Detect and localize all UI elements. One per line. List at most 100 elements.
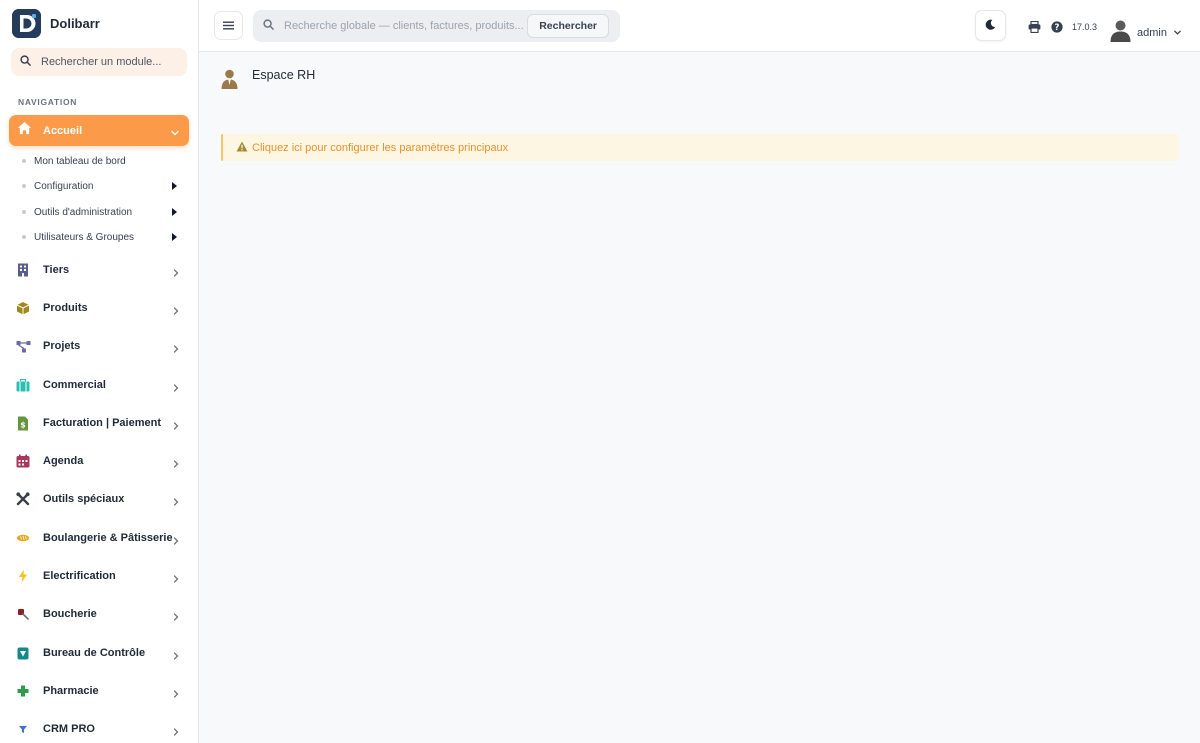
chevron-right-icon [171,686,181,704]
search-button[interactable]: Rechercher [527,14,609,38]
sidebar-item-facturation[interactable]: $ Facturation | Paiement [15,413,185,433]
dolibarr-logo-icon [12,9,41,38]
bolt-icon [15,568,31,584]
bullet-icon [22,235,26,239]
setup-alert: Cliquez ici pour configurer les paramètr… [221,134,1178,161]
sidebar-item-crm-pro[interactable]: CRM PRO [15,719,185,739]
brand[interactable]: Dolibarr [12,9,100,38]
global-search: Rechercher [253,10,620,42]
sidebar-item-label: CRM PRO [43,723,95,735]
sidebar-item-label: Boucherie [43,608,97,620]
configure-link[interactable]: Cliquez ici pour configurer les paramètr… [252,142,508,154]
funnel-icon [15,721,31,737]
caret-right-icon [172,182,177,190]
avatar [1110,19,1131,47]
chevron-right-icon [171,341,181,359]
sitemap-icon [15,338,31,354]
building-icon [15,262,31,278]
search-icon [263,17,274,35]
chevron-right-icon [171,533,181,551]
invoice-icon: $ [15,415,31,431]
sidebar-item-label: Pharmacie [43,685,99,697]
subitem-utilisateurs-groupes[interactable]: Utilisateurs & Groupes [22,229,182,245]
subitem-label: Outils d'administration [34,206,133,218]
dark-mode-toggle[interactable] [975,10,1006,41]
sidebar-item-electrification[interactable]: Electrification [15,566,185,586]
sidebar-item-boulangerie[interactable]: Boulangerie & Pâtisserie [15,528,185,548]
chevron-down-icon[interactable] [170,125,180,143]
brand-name: Dolibarr [50,16,100,31]
home-icon [17,121,32,140]
sidebar-item-accueil[interactable]: Accueil [9,115,189,146]
warning-icon [236,139,248,157]
sidebar-item-label: Tiers [43,264,70,276]
print-icon[interactable] [1028,20,1041,38]
meat-icon [15,606,31,622]
chevron-right-icon [171,418,181,436]
subitem-tableau-de-bord[interactable]: Mon tableau de bord [22,153,182,169]
module-search-input[interactable] [41,56,181,68]
subitem-label: Mon tableau de bord [34,155,126,167]
subitem-configuration[interactable]: Configuration [22,178,182,194]
help-icon[interactable]: ? [1051,20,1063,38]
sidebar-item-label: Produits [43,302,88,314]
subitem-outils-administration[interactable]: Outils d'administration [22,204,182,220]
chevron-right-icon [171,380,181,398]
sidebar-item-label: Outils spéciaux [43,493,125,505]
sidebar-item-produits[interactable]: Produits [15,298,185,318]
nav-heading: NAVIGATION [18,97,78,107]
search-icon [20,53,31,71]
page-title: Espace RH [252,68,316,82]
calendar-icon [15,453,31,469]
sidebar-item-pharmacie[interactable]: Pharmacie [15,681,185,701]
hr-user-icon [221,68,238,94]
bullet-icon [22,184,26,188]
version-label: 17.0.3 [1072,22,1098,32]
chevron-right-icon [171,724,181,742]
sidebar-item-projets[interactable]: Projets [15,336,185,356]
bullet-icon [22,159,26,163]
topbar: Rechercher ? 17.0.3 admin [199,0,1200,52]
plus-cross-icon [15,683,31,699]
chevron-right-icon [171,571,181,589]
menu-toggle-button[interactable] [214,11,243,40]
subitem-label: Utilisateurs & Groupes [34,231,135,243]
sidebar-item-label: Projets [43,340,81,352]
page-header [221,68,238,94]
sidebar-item-label: Facturation | Paiement [43,417,161,429]
tools-icon [15,491,31,507]
sidebar-item-label: Accueil [43,124,83,137]
chevron-right-icon [171,648,181,666]
briefcase-icon [15,377,31,393]
caret-right-icon [172,233,177,241]
sidebar-item-commercial[interactable]: Commercial [15,375,185,395]
sidebar-item-label: Agenda [43,455,84,467]
sidebar-item-tiers[interactable]: Tiers [15,260,185,280]
chevron-right-icon [171,494,181,512]
sidebar-item-label: Commercial [43,379,106,391]
sidebar-item-label: Bureau de Contrôle [43,647,146,659]
svg-text:$: $ [20,420,26,429]
hamburger-icon [223,17,234,35]
chevron-right-icon [171,609,181,627]
sidebar-item-bureau-controle[interactable]: Bureau de Contrôle [15,643,185,663]
global-search-input[interactable] [284,20,524,32]
box-icon [15,300,31,316]
moon-icon [985,17,996,35]
user-name: admin [1137,27,1167,39]
shield-icon [15,645,31,661]
subitem-label: Configuration [34,180,94,192]
bread-icon [15,530,31,546]
svg-text:?: ? [1055,23,1060,33]
chevron-right-icon [171,456,181,474]
chevron-right-icon [171,265,181,283]
sidebar-item-label: Electrification [43,570,116,582]
sidebar-item-agenda[interactable]: Agenda [15,451,185,471]
sidebar: Dolibarr NAVIGATION Accueil Mon tableau … [0,0,199,743]
bullet-icon [22,210,26,214]
user-menu[interactable]: admin [1110,19,1182,47]
sidebar-item-outils-speciaux[interactable]: Outils spéciaux [15,489,185,509]
sidebar-item-label: Boulangerie & Pâtisserie [43,532,173,544]
chevron-right-icon [171,303,181,321]
sidebar-item-boucherie[interactable]: Boucherie [15,604,185,624]
